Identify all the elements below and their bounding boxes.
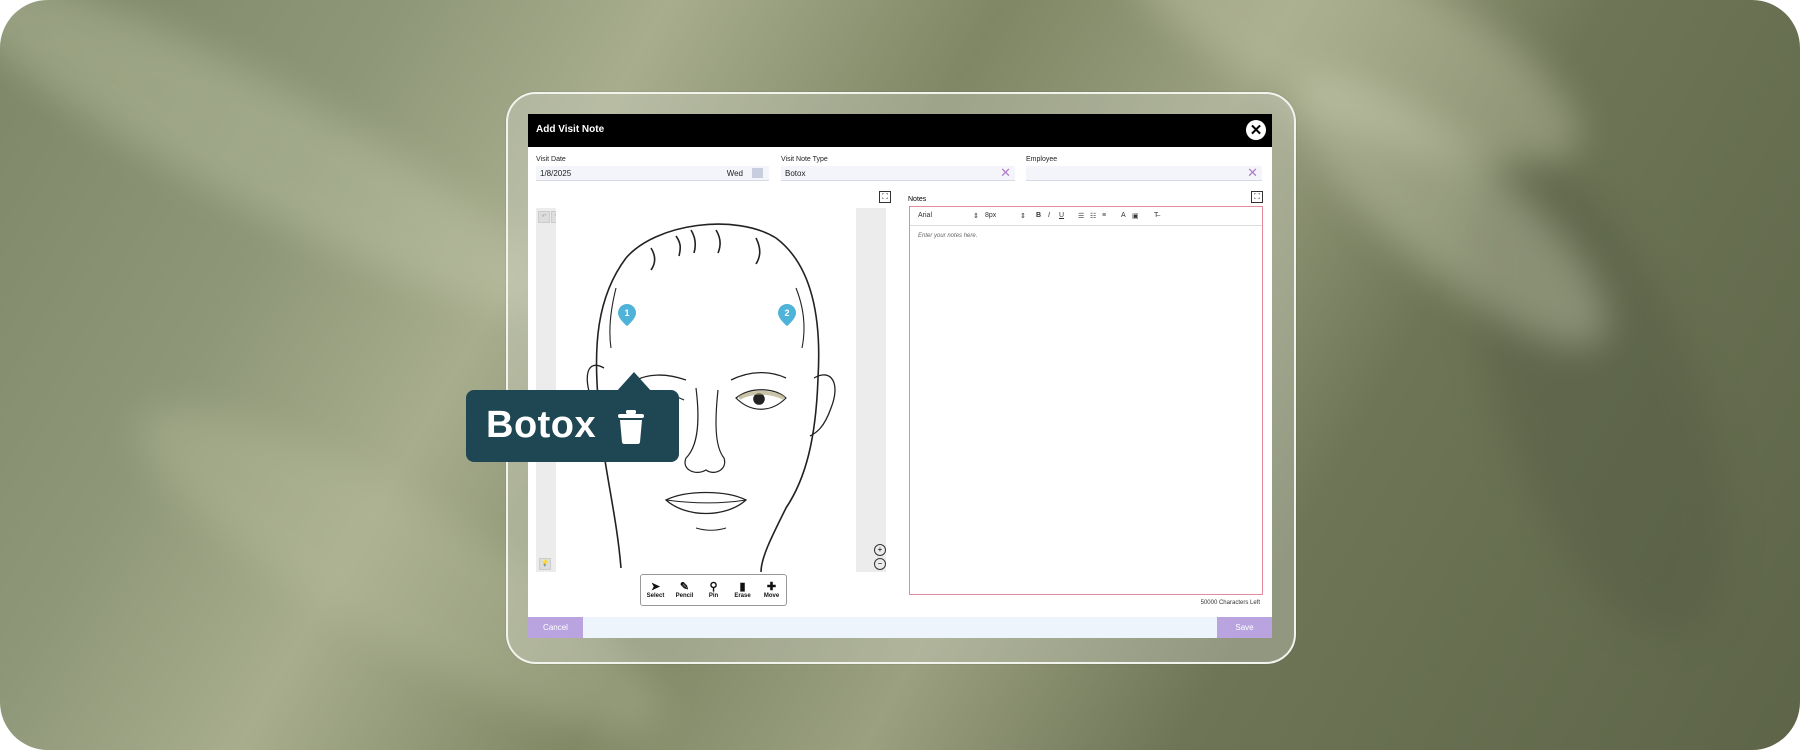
- visit-note-type-label: Visit Note Type: [781, 156, 828, 163]
- visit-note-type-value: Botox: [785, 169, 806, 178]
- modal-title: Add Visit Note: [536, 124, 605, 135]
- eraser-icon: ▮: [739, 581, 746, 593]
- pin-2-label: 2: [784, 308, 789, 318]
- tool-pencil[interactable]: ✎ Pencil: [670, 575, 699, 605]
- canvas-expand-icon[interactable]: ⛶: [879, 191, 891, 203]
- close-icon: ✕: [1249, 121, 1263, 139]
- tool-move-label: Move: [763, 593, 780, 599]
- drawing-toolbar: ➤ Select ✎ Pencil ⚲ Pin ▮ Erase ✚ Move: [640, 574, 787, 606]
- highlight-icon[interactable]: ▣: [1132, 212, 1139, 220]
- trash-icon[interactable]: [616, 410, 646, 444]
- pin-callout: Botox: [466, 372, 679, 462]
- font-color-icon[interactable]: A: [1121, 212, 1126, 219]
- tool-pin-label: Pin: [708, 593, 719, 599]
- tool-select[interactable]: ➤ Select: [641, 575, 670, 605]
- italic-icon[interactable]: I: [1048, 212, 1050, 219]
- pin-1-label: 1: [624, 308, 629, 318]
- zoom-in-icon[interactable]: +: [874, 544, 886, 556]
- move-icon: ✚: [766, 581, 777, 593]
- clear-employee-icon[interactable]: ✕: [1247, 166, 1258, 180]
- font-select[interactable]: Arial: [918, 212, 932, 219]
- cancel-button[interactable]: Cancel: [528, 617, 583, 638]
- pin-icon: ⚲: [709, 581, 718, 593]
- tool-erase[interactable]: ▮ Erase: [728, 575, 757, 605]
- notes-placeholder: Enter your notes here.: [918, 233, 978, 239]
- callout-label: Botox: [486, 404, 597, 446]
- calendar-icon[interactable]: [752, 168, 763, 178]
- visit-date-day: Wed: [726, 169, 743, 178]
- clear-format-icon[interactable]: T̶: [1154, 212, 1158, 219]
- save-button[interactable]: Save: [1217, 617, 1272, 638]
- zoom-out-icon[interactable]: −: [874, 558, 886, 570]
- pin-2-marker[interactable]: 2: [778, 304, 796, 326]
- notes-editor[interactable]: Arial ⇕ 8px ⇕ B I U ☰ ☷ ≡ A ▣ T̶ Enter y…: [909, 206, 1263, 595]
- clear-type-icon[interactable]: ✕: [1000, 166, 1011, 180]
- chevron-updown-icon: ⇕: [973, 213, 979, 220]
- visit-date-label: Visit Date: [536, 156, 566, 163]
- chevron-updown-icon: ⇕: [1020, 213, 1026, 220]
- cursor-icon: ➤: [650, 581, 661, 593]
- modal-footer: Cancel Save: [528, 617, 1272, 638]
- bulb-icon[interactable]: 💡: [539, 558, 551, 570]
- bullet-list-icon[interactable]: ☰: [1078, 212, 1084, 220]
- visit-date-field[interactable]: 1/8/2025 Wed: [536, 166, 769, 181]
- visit-note-type-field[interactable]: Botox ✕: [781, 166, 1015, 181]
- tool-pencil-label: Pencil: [675, 593, 694, 599]
- callout-arrow: [616, 372, 652, 392]
- notes-expand-icon[interactable]: ⛶: [1251, 191, 1263, 203]
- characters-left: 50000 Characters Left: [1200, 600, 1260, 606]
- tool-erase-label: Erase: [734, 593, 751, 599]
- employee-label: Employee: [1026, 156, 1058, 163]
- bold-icon[interactable]: B: [1036, 212, 1041, 219]
- align-icon[interactable]: ≡: [1102, 212, 1106, 219]
- numbered-list-icon[interactable]: ☷: [1090, 212, 1096, 220]
- pencil-icon: ✎: [679, 581, 690, 593]
- tool-pin[interactable]: ⚲ Pin: [699, 575, 728, 605]
- pin-1-marker[interactable]: 1: [618, 304, 636, 326]
- close-button[interactable]: ✕: [1246, 120, 1266, 140]
- modal-header: Add Visit Note ✕: [528, 114, 1272, 147]
- visit-date-value: 1/8/2025: [540, 169, 572, 178]
- tool-select-label: Select: [646, 593, 665, 599]
- employee-field[interactable]: ✕: [1026, 166, 1262, 181]
- underline-icon[interactable]: U: [1059, 212, 1064, 219]
- size-select[interactable]: 8px: [985, 212, 996, 219]
- notes-label: Notes: [908, 196, 927, 203]
- tool-move[interactable]: ✚ Move: [757, 575, 786, 605]
- undo-icon[interactable]: ↶: [538, 211, 550, 223]
- rich-text-toolbar: Arial ⇕ 8px ⇕ B I U ☰ ☷ ≡ A ▣ T̶: [910, 207, 1262, 226]
